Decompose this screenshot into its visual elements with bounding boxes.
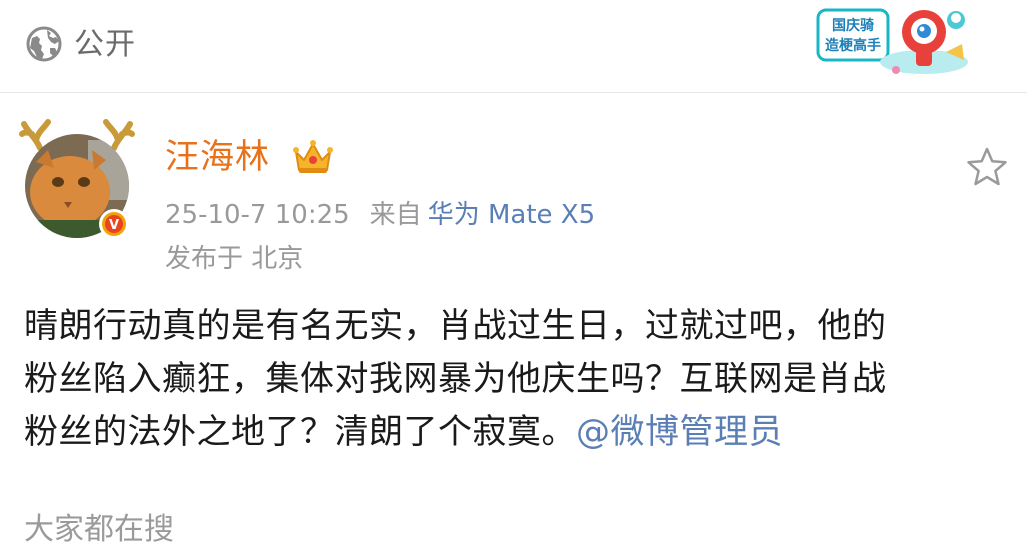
mention-link[interactable]: @微博管理员 bbox=[576, 412, 783, 452]
content-line-2: 粉丝陷入癫狂，集体对我网暴为他庆生吗？互联网是肖战 bbox=[24, 359, 887, 399]
author-name[interactable]: 汪海林 bbox=[165, 135, 270, 179]
content-line-1: 晴朗行动真的是有名无实，肖战过生日，过就过吧，他的 bbox=[24, 306, 887, 346]
source-prefix: 来自 bbox=[369, 200, 422, 230]
crown-icon bbox=[293, 140, 333, 173]
post-timestamp: 25-10-7 10:25 bbox=[165, 200, 350, 230]
visibility-bar: 公开 国庆骑 造梗高手 bbox=[0, 0, 1027, 92]
device-link[interactable]: 华为 Mate X5 bbox=[428, 200, 595, 230]
post-content: 晴朗行动真的是有名无实，肖战过生日，过就过吧，他的 粉丝陷入癫狂，集体对我网暴为… bbox=[24, 300, 1009, 459]
badge-line1: 国庆骑 bbox=[832, 17, 874, 34]
post-location: 发布于 北京 bbox=[165, 244, 304, 274]
content-line-3-text: 粉丝的法外之地了？清朗了个寂寞。 bbox=[24, 412, 576, 452]
everyone-search-heading: 大家都在搜 bbox=[24, 512, 174, 547]
post-meta: 25-10-7 10:25 来自 华为 Mate X5 bbox=[165, 197, 595, 233]
globe-icon bbox=[26, 26, 62, 62]
holiday-badge[interactable]: 国庆骑 造梗高手 bbox=[812, 2, 972, 80]
author-avatar[interactable]: V bbox=[18, 110, 136, 240]
verified-badge: V bbox=[109, 218, 119, 233]
visibility-label: 公开 bbox=[74, 27, 136, 62]
content-line-3: 粉丝的法外之地了？清朗了个寂寞。@微博管理员 bbox=[24, 406, 1009, 459]
favorite-star-icon[interactable] bbox=[965, 145, 1009, 189]
header-divider bbox=[0, 92, 1027, 93]
badge-line2: 造梗高手 bbox=[825, 37, 881, 54]
